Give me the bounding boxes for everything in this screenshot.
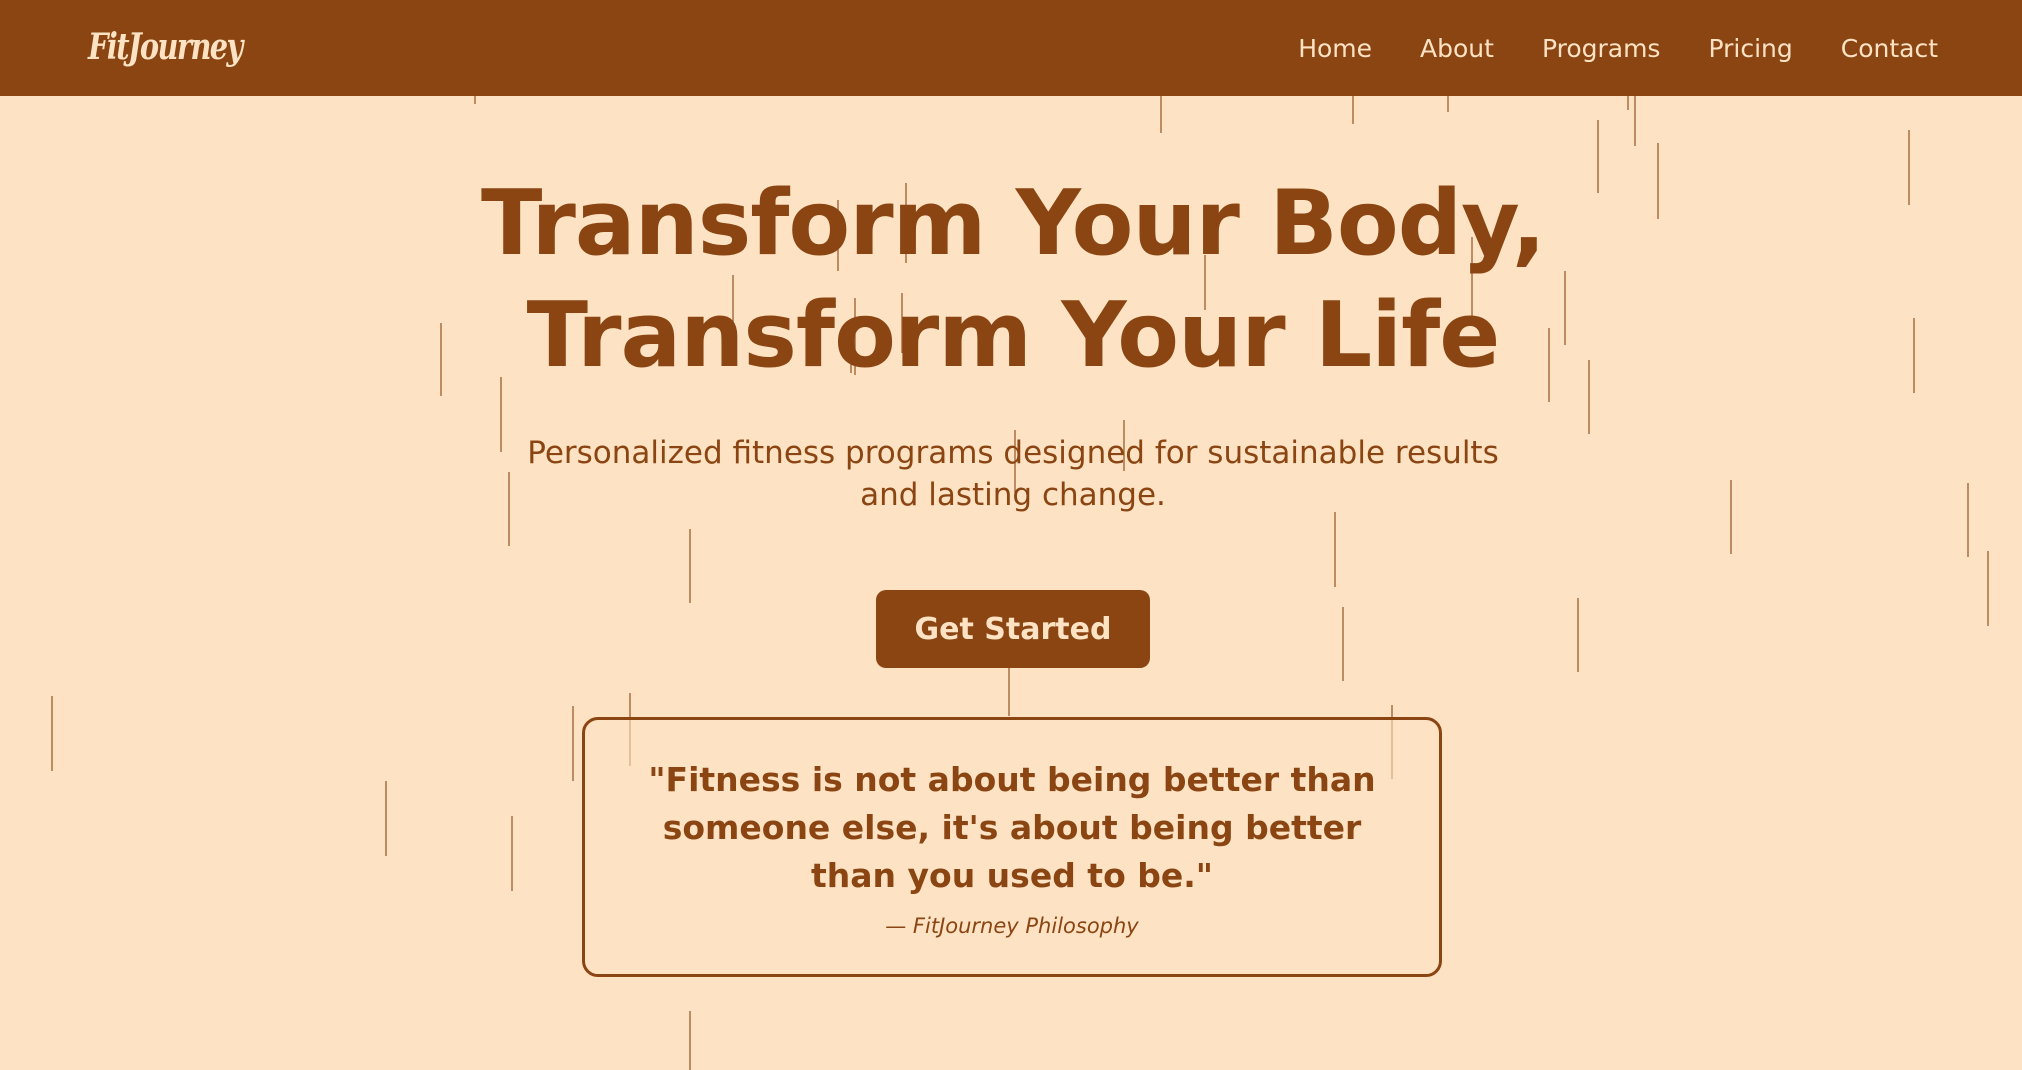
nav-link-about[interactable]: About: [1420, 34, 1494, 63]
top-navbar: FitJourney Home About Programs Pricing C…: [0, 0, 2022, 96]
hero-headline-line-2: Transform Your Life: [526, 283, 1501, 388]
hero-subtitle-line-2: and lasting change.: [860, 477, 1166, 513]
nav-links: Home About Programs Pricing Contact: [1298, 0, 1938, 96]
nav-link-contact[interactable]: Contact: [1841, 34, 1938, 63]
quote-text: "Fitness is not about being better than …: [648, 760, 1376, 895]
hero-section: Transform Your Body, Transform Your Life…: [0, 0, 2022, 1070]
get-started-button[interactable]: Get Started: [876, 590, 1150, 668]
quote-card: "Fitness is not about being better than …: [582, 717, 1442, 977]
page: FitJourney Home About Programs Pricing C…: [0, 0, 2022, 1070]
hero-headline: Transform Your Body, Transform Your Life: [0, 168, 2022, 392]
brand-logo[interactable]: FitJourney: [88, 26, 243, 68]
nav-link-programs[interactable]: Programs: [1542, 34, 1661, 63]
hero-headline-line-1: Transform Your Body,: [481, 171, 1546, 276]
nav-link-pricing[interactable]: Pricing: [1708, 34, 1792, 63]
hero-subtitle-line-1: Personalized fitness programs designed f…: [527, 435, 1499, 471]
nav-link-home[interactable]: Home: [1298, 34, 1372, 63]
quote-attribution: — FitJourney Philosophy: [885, 914, 1139, 938]
hero-subtitle: Personalized fitness programs designed f…: [513, 432, 1513, 516]
